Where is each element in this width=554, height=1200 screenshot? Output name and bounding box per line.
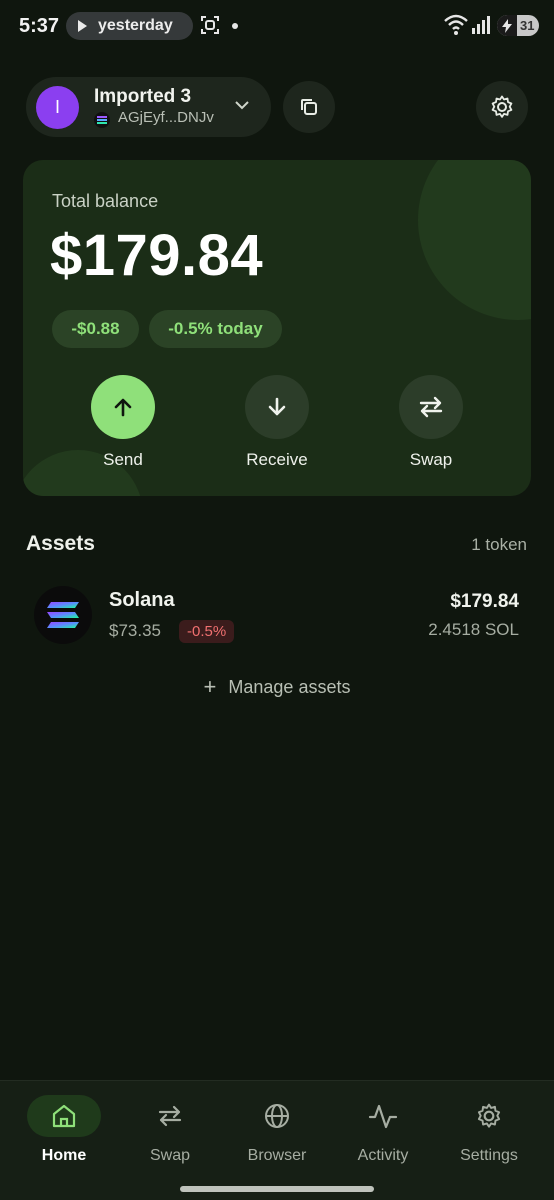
balance-change-amount: -$0.88 (52, 310, 139, 348)
receive-label: Receive (246, 450, 308, 469)
chevron-down-icon (235, 101, 249, 110)
swap-icon (133, 1095, 207, 1137)
account-name: Imported 3 (94, 86, 192, 107)
status-bar: 5:37 yesterday 31 (0, 0, 554, 52)
bottom-nav: Home Swap Browser Activity Settings (0, 1080, 554, 1200)
asset-name: Solana (109, 589, 175, 611)
nav-settings-label: Settings (460, 1147, 518, 1164)
gear-icon (491, 95, 513, 118)
solana-icon (34, 586, 92, 644)
asset-change-badge: -0.5% (179, 620, 235, 643)
copy-icon (301, 99, 317, 115)
home-icon (27, 1095, 101, 1137)
media-label: yesterday (98, 17, 173, 34)
copy-address-button[interactable] (283, 81, 335, 133)
asset-row-solana[interactable]: Solana $73.35 -0.5% $179.84 2.4518 SOL (26, 580, 528, 650)
swap-circle[interactable] (399, 375, 463, 439)
manage-assets-button[interactable]: + Manage assets (0, 674, 554, 700)
balance-amount: $179.84 (50, 223, 264, 288)
nav-home-label: Home (41, 1147, 87, 1164)
signal-icon (472, 16, 490, 34)
card-decoration (418, 160, 531, 320)
solana-small-icon (94, 112, 110, 128)
globe-icon (240, 1095, 314, 1137)
battery-indicator: 31 (497, 15, 539, 36)
send-button[interactable]: Send (73, 375, 173, 470)
swap-icon (419, 396, 443, 418)
send-label: Send (103, 450, 143, 469)
swap-button[interactable]: Swap (381, 375, 481, 470)
wifi-icon (444, 14, 468, 35)
manage-assets-label: Manage assets (228, 677, 351, 697)
send-circle[interactable] (91, 375, 155, 439)
receive-circle[interactable] (245, 375, 309, 439)
nav-browser-label: Browser (247, 1147, 307, 1164)
nav-swap[interactable]: Swap (120, 1095, 220, 1165)
status-time: 5:37 (19, 15, 60, 37)
avatar: I (36, 86, 79, 129)
play-icon (78, 20, 87, 32)
receive-button[interactable]: Receive (227, 375, 327, 470)
plus-icon: + (203, 674, 217, 699)
gear-icon (452, 1095, 526, 1137)
asset-amount: 2.4518 SOL (428, 620, 519, 639)
notification-dot-icon (232, 23, 238, 29)
nav-activity-label: Activity (357, 1147, 409, 1164)
media-pill[interactable]: yesterday (66, 12, 193, 40)
balance-change-percent: -0.5% today (149, 310, 282, 348)
swap-label: Swap (409, 450, 453, 469)
assets-count: 1 token (471, 535, 527, 554)
asset-value: $179.84 (450, 591, 519, 612)
asset-price: $73.35 (109, 621, 161, 640)
arrow-down-icon (268, 397, 286, 416)
nav-settings[interactable]: Settings (439, 1095, 539, 1165)
assets-title: Assets (26, 532, 95, 555)
balance-label: Total balance (52, 191, 159, 211)
screenshot-icon (201, 16, 219, 34)
activity-icon (346, 1095, 420, 1137)
nav-home[interactable]: Home (14, 1095, 114, 1165)
nav-browser[interactable]: Browser (227, 1095, 327, 1165)
home-indicator[interactable] (180, 1186, 374, 1192)
battery-level: 31 (520, 18, 535, 33)
settings-button[interactable] (476, 81, 528, 133)
nav-activity[interactable]: Activity (333, 1095, 433, 1165)
balance-card: Total balance $179.84 -$0.88 -0.5% today… (23, 160, 531, 496)
nav-swap-label: Swap (149, 1147, 191, 1164)
account-selector[interactable]: I Imported 3 AGjEyf...DNJv (26, 77, 271, 137)
charging-icon (497, 15, 517, 36)
arrow-up-icon (114, 398, 132, 417)
account-address: AGjEyf...DNJv (118, 109, 214, 126)
